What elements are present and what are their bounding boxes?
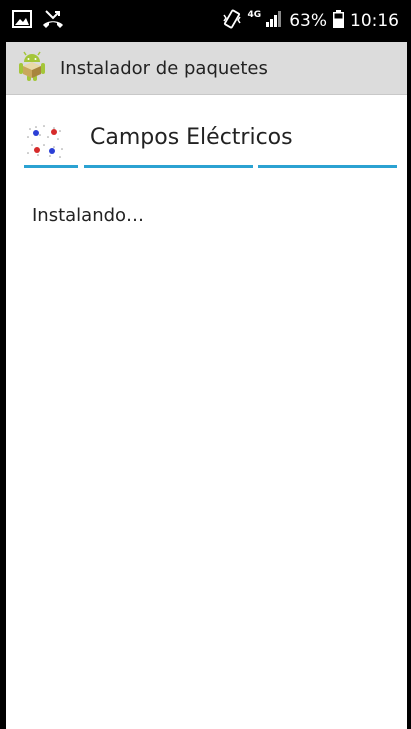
- app-header: Campos Eléctricos: [6, 95, 407, 169]
- toolbar: Instalador de paquetes: [6, 42, 407, 95]
- device-bezel-right: [407, 0, 411, 729]
- toolbar-title: Instalador de paquetes: [60, 57, 268, 79]
- vibrate-icon: [222, 9, 242, 33]
- signal-icon: [265, 10, 283, 32]
- electric-fields-app-icon: [24, 123, 66, 161]
- missed-call-icon: [42, 9, 64, 33]
- tab-indicator-2: [84, 165, 253, 168]
- tab-indicator-1: [24, 165, 78, 168]
- gallery-icon: [12, 10, 32, 32]
- clock: 10:16: [350, 10, 399, 31]
- battery-percent: 63%: [289, 10, 327, 31]
- battery-icon: [333, 10, 344, 32]
- android-package-icon: [16, 50, 48, 86]
- tab-indicator-3: [258, 165, 397, 168]
- network-type-label: 4G: [247, 10, 262, 20]
- install-status-message: Instalando…: [32, 205, 145, 226]
- app-name: Campos Eléctricos: [90, 125, 293, 150]
- status-bar: 4G 63% 10:16: [6, 0, 407, 42]
- screen: 4G 63% 10:16 Instalador de paquetes Camp…: [6, 0, 407, 729]
- status-left: [12, 9, 64, 33]
- bottom-strip: [6, 715, 407, 729]
- status-right: 4G 63% 10:16: [222, 9, 399, 33]
